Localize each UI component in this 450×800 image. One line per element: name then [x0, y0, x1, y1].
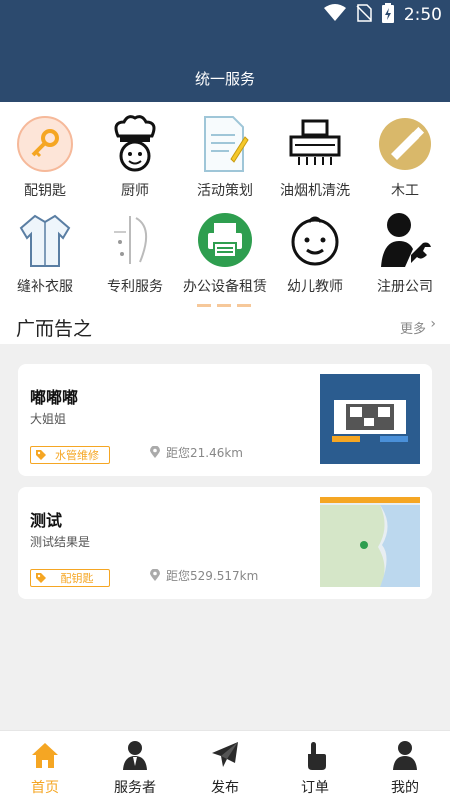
tab-publish[interactable]: 发布 [180, 731, 270, 800]
service-item-range-hood[interactable]: 油烟机清洗 [270, 114, 360, 200]
distance: 距您21.46km [150, 444, 243, 461]
card-title: 嘟嘟嘟 [30, 388, 79, 407]
tab-service-providers[interactable]: 服务者 [90, 731, 180, 800]
clock: 2:50 [403, 5, 442, 25]
service-label: 油烟机清洗 [280, 183, 350, 199]
location-pin-icon [150, 569, 160, 581]
range-hood-icon [285, 114, 345, 174]
service-label: 办公设备租赁 [183, 279, 267, 295]
card-title: 测试 [30, 511, 63, 530]
wifi-icon [323, 4, 346, 26]
printer-icon [195, 210, 255, 270]
page-indicator [197, 304, 251, 307]
service-item-company-registration[interactable]: 注册公司 [360, 210, 450, 296]
patent-icon [105, 210, 165, 270]
card-subtitle: 测试结果是 [30, 535, 91, 549]
bottom-tab-bar: 首页 服务者 发布 订单 我的 [0, 730, 450, 800]
category-tag: 配钥匙 [30, 569, 110, 587]
ads-section-header: 广而告之 更多 › [0, 308, 450, 344]
service-person-icon [90, 739, 180, 771]
home-icon [0, 739, 90, 771]
map-thumbnail [320, 497, 420, 587]
status-bar: 2:50 [0, 0, 450, 28]
service-item-sewing[interactable]: 缝补衣服 [0, 210, 90, 296]
no-sim-icon [356, 4, 372, 26]
location-pin-icon [150, 446, 160, 458]
service-label: 缝补衣服 [17, 279, 73, 295]
tag-icon [35, 571, 49, 585]
tap-icon [270, 739, 360, 771]
user-icon [360, 739, 450, 771]
more-link[interactable]: 更多 [400, 318, 426, 337]
person-wrench-icon [375, 210, 435, 270]
tag-icon [35, 448, 49, 462]
chef-icon [105, 114, 165, 174]
service-item-office-rental[interactable]: 办公设备租赁 [180, 210, 270, 296]
service-item-preschool-teacher[interactable]: 幼儿教师 [270, 210, 360, 296]
battery-icon [381, 3, 394, 27]
app-header: 统一服务 [0, 28, 450, 102]
ads-title: 广而告之 [16, 318, 93, 340]
service-label: 活动策划 [197, 183, 253, 199]
tab-orders[interactable]: 订单 [270, 731, 360, 800]
category-tag: 水管维修 [30, 446, 110, 464]
service-label: 厨师 [121, 183, 149, 199]
page-title: 统一服务 [194, 70, 255, 88]
service-label: 专利服务 [107, 279, 163, 295]
tab-mine[interactable]: 我的 [360, 731, 450, 800]
card-subtitle: 大姐姐 [30, 412, 67, 426]
service-label: 幼儿教师 [287, 279, 343, 295]
ad-card[interactable]: 嘟嘟嘟 大姐姐 水管维修 距您21.46km [18, 364, 432, 476]
tab-home[interactable]: 首页 [0, 731, 90, 800]
key-icon [15, 114, 75, 174]
saw-icon [375, 114, 435, 174]
shirt-icon [15, 210, 75, 270]
service-label: 木工 [391, 183, 419, 199]
service-item-patent[interactable]: 专利服务 [90, 210, 180, 296]
document-pen-icon [195, 114, 255, 174]
distance: 距您529.517km [150, 567, 258, 584]
qr-code-thumbnail [320, 374, 420, 464]
service-item-key[interactable]: 配钥匙 [0, 114, 90, 200]
service-item-chef[interactable]: 厨师 [90, 114, 180, 200]
service-item-event-planning[interactable]: 活动策划 [180, 114, 270, 200]
service-label: 配钥匙 [24, 183, 66, 199]
baby-face-icon [285, 210, 345, 270]
chevron-right-icon[interactable]: › [430, 316, 436, 332]
service-label: 注册公司 [377, 279, 433, 295]
send-icon [180, 739, 270, 771]
ad-card[interactable]: 测试 测试结果是 配钥匙 距您529.517km [18, 487, 432, 599]
service-item-carpentry[interactable]: 木工 [360, 114, 450, 200]
